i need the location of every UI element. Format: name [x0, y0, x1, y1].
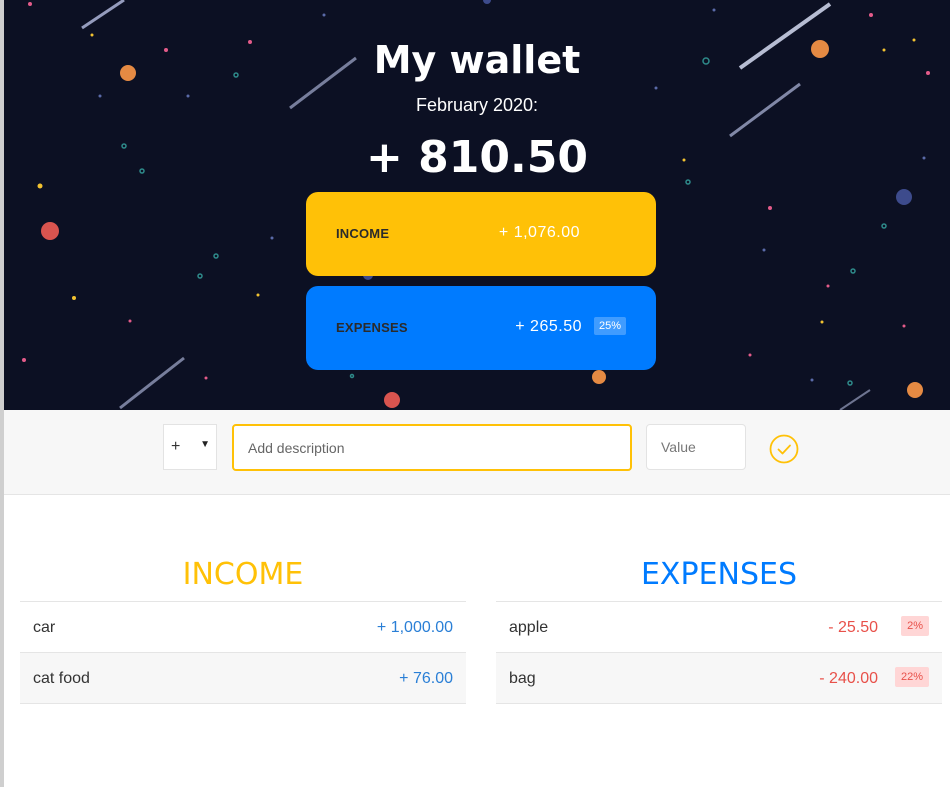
- income-item-description: car: [33, 619, 56, 636]
- window-edge: [0, 0, 4, 787]
- income-item-value: + 1,000.00: [376, 619, 453, 636]
- income-item[interactable]: cat food + 76.00: [20, 652, 466, 704]
- expense-item-value: - 240.00: [819, 670, 878, 687]
- income-summary-value: + 1,076.00: [498, 224, 580, 241]
- income-item[interactable]: car + 1,000.00: [20, 601, 466, 652]
- total-balance: + 810.50: [366, 132, 588, 183]
- expenses-summary-value: + 265.50: [515, 318, 582, 335]
- income-summary-card: INCOME + 1,076.00: [306, 192, 656, 276]
- caret-down-icon: ▼: [200, 439, 210, 450]
- income-list-title: INCOME: [182, 557, 304, 592]
- expense-item-description: apple: [509, 619, 549, 636]
- month-label: February 2020:: [415, 95, 539, 115]
- description-input[interactable]: [232, 424, 632, 471]
- expense-item-percentage-badge: 22%: [894, 667, 929, 687]
- expenses-summary-label: EXPENSES: [336, 320, 408, 335]
- expense-item[interactable]: bag - 240.00 22%: [496, 652, 942, 704]
- app-title: My wallet: [373, 38, 581, 82]
- confirm-button[interactable]: [769, 434, 799, 464]
- check-circle-icon: [769, 434, 799, 464]
- income-item-description: cat food: [33, 670, 90, 687]
- expenses-summary-card: EXPENSES + 265.50 25%: [306, 286, 656, 370]
- type-select[interactable]: + ▼: [163, 424, 217, 470]
- income-summary-label: INCOME: [336, 226, 390, 241]
- income-list: INCOME car + 1,000.00 cat food + 76.00: [20, 555, 466, 704]
- expenses-percentage-badge: 25%: [593, 317, 626, 335]
- value-input[interactable]: [646, 424, 746, 470]
- expense-item-description: bag: [509, 670, 536, 687]
- expenses-list-title: EXPENSES: [640, 557, 798, 592]
- type-select-value: +: [171, 438, 181, 455]
- income-item-value: + 76.00: [399, 670, 453, 687]
- expenses-list: EXPENSES apple - 25.50 2% bag - 240.00 2…: [496, 555, 942, 704]
- add-entry-bar: + ▼: [4, 410, 950, 495]
- expense-item-percentage-badge: 2%: [901, 616, 929, 636]
- header-hero: My wallet February 2020: + 810.50 INCOME…: [4, 0, 950, 410]
- expense-item-value: - 25.50: [828, 619, 878, 636]
- expense-item[interactable]: apple - 25.50 2%: [496, 601, 942, 652]
